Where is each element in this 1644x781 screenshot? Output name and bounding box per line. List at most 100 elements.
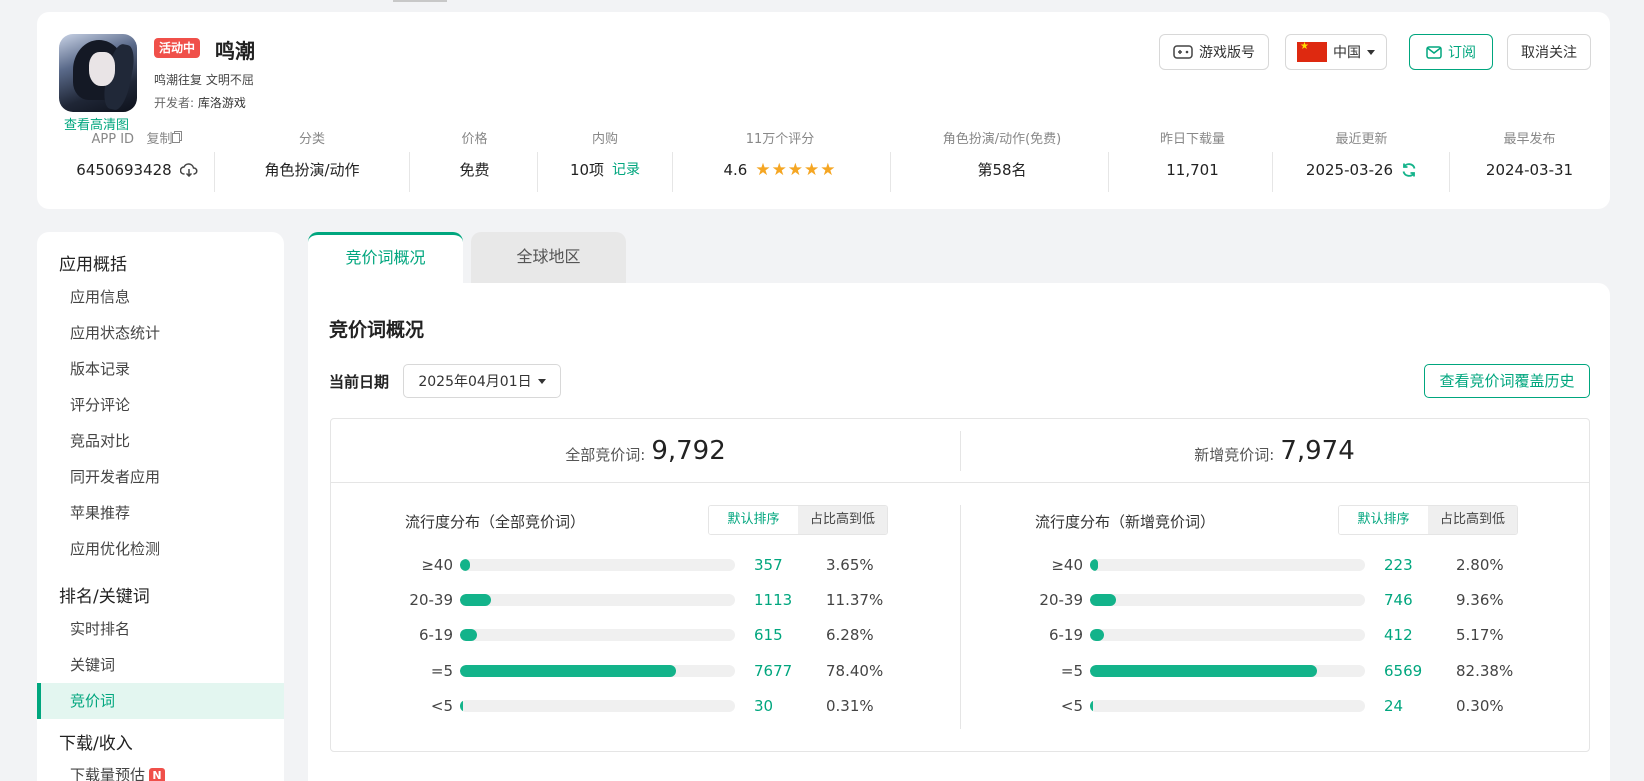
percentage-value: 2.80% xyxy=(1456,556,1504,574)
distribution-row: ≥40 223 2.80% xyxy=(961,555,1590,575)
percentage-value: 0.30% xyxy=(1456,697,1504,715)
sidebar-item-download-estimate[interactable]: 下载量预估 N xyxy=(37,757,284,781)
developer-name[interactable]: 库洛游戏 xyxy=(198,96,246,110)
bid-history-button[interactable]: 查看竞价词覆盖历史 xyxy=(1424,364,1590,398)
sidebar-item-version-history[interactable]: 版本记录 xyxy=(37,351,284,387)
progress-fill xyxy=(460,629,477,641)
progress-fill xyxy=(1090,559,1098,571)
percentage-value: 5.17% xyxy=(1456,626,1504,644)
app-icon[interactable] xyxy=(59,34,137,112)
gamepad-icon xyxy=(1173,45,1193,59)
progress-fill xyxy=(460,665,676,677)
distribution-row: <5 30 0.31% xyxy=(331,696,960,716)
sort-default-button[interactable]: 默认排序 xyxy=(1339,506,1428,534)
keyword-count-link[interactable]: 30 xyxy=(754,696,773,716)
progress-fill xyxy=(1090,594,1116,606)
keyword-count-link[interactable]: 412 xyxy=(1384,625,1413,645)
distribution-row: 6-19 615 6.28% xyxy=(331,625,960,645)
sidebar-section-title: 下载/收入 xyxy=(59,734,133,754)
sidebar-section-title: 应用概括 xyxy=(59,255,127,275)
progress-track xyxy=(1090,700,1365,712)
mail-icon xyxy=(1426,45,1442,59)
distribution-row: ≥40 357 3.65% xyxy=(331,555,960,575)
new-label: 新增竞价词: xyxy=(1194,445,1275,464)
sidebar-item-app-info[interactable]: 应用信息 xyxy=(37,279,284,315)
progress-fill xyxy=(460,594,491,606)
metric-label: 最近更新 xyxy=(1335,132,1388,147)
keyword-count-link[interactable]: 6569 xyxy=(1384,661,1422,681)
keyword-count-link[interactable]: 7677 xyxy=(754,661,792,681)
percentage-value: 3.65% xyxy=(826,556,874,574)
keyword-count-link[interactable]: 1113 xyxy=(754,590,792,610)
iap-record-link[interactable]: 记录 xyxy=(612,160,640,180)
metric-value: 第58名 xyxy=(977,161,1027,179)
percentage-value: 82.38% xyxy=(1456,662,1514,680)
sidebar-item-bid-keywords[interactable]: 竞价词 xyxy=(37,683,284,719)
sidebar-item-status-stats[interactable]: 应用状态统计 xyxy=(37,315,284,351)
sort-ratio-button[interactable]: 占比高到低 xyxy=(1428,506,1517,534)
tab-bid-overview[interactable]: 竞价词概况 xyxy=(308,232,463,284)
sidebar-item-apple-featured[interactable]: 苹果推荐 xyxy=(37,495,284,531)
refresh-icon[interactable] xyxy=(1401,162,1417,178)
distribution-row: <5 24 0.30% xyxy=(961,696,1590,716)
range-label: =5 xyxy=(430,662,453,680)
metric-first-release: 最早发布 2024-03-31 xyxy=(1457,130,1602,194)
metric-label: 角色扮演/动作(免费) xyxy=(942,132,1062,147)
keyword-count-link[interactable]: 746 xyxy=(1384,590,1413,610)
range-label: 20-39 xyxy=(1039,591,1083,609)
sort-default-button[interactable]: 默认排序 xyxy=(709,506,798,534)
metric-last-update: 最近更新 2025-03-26 xyxy=(1279,130,1444,194)
progress-track xyxy=(1090,559,1365,571)
distribution-title: 流行度分布（全部竞价词） xyxy=(405,513,586,531)
subscribe-button[interactable]: 订阅 xyxy=(1409,34,1493,70)
keyword-count-link[interactable]: 223 xyxy=(1384,555,1413,575)
metric-value: 免费 xyxy=(459,161,490,179)
progress-track xyxy=(460,594,735,606)
metric-label: 最早发布 xyxy=(1503,132,1556,147)
total-bid-keywords: 全部竞价词: 9,792 xyxy=(331,419,960,483)
sidebar-item-competitor-compare[interactable]: 竞品对比 xyxy=(37,423,284,459)
keyword-count-link[interactable]: 24 xyxy=(1384,696,1403,716)
metric-price: 价格 免费 xyxy=(417,130,532,194)
sidebar-item-aso-check[interactable]: 应用优化检测 xyxy=(37,531,284,567)
sidebar-item-keywords[interactable]: 关键词 xyxy=(37,647,284,683)
distribution-row: 6-19 412 5.17% xyxy=(961,625,1590,645)
new-badge: N xyxy=(149,767,166,781)
keyword-count-link[interactable]: 357 xyxy=(754,555,783,575)
sidebar-item-realtime-rank[interactable]: 实时排名 xyxy=(37,611,284,647)
metric-label: 内购 xyxy=(591,132,618,147)
date-select[interactable]: 2025年04月01日 xyxy=(403,364,561,398)
rating-stars-icon: ★★★★★ xyxy=(755,160,837,180)
popularity-distribution-new: 流行度分布（新增竞价词） 默认排序 占比高到低 ≥40 223 2.80% 20-39… xyxy=(961,483,1590,753)
sidebar-item-same-developer[interactable]: 同开发者应用 xyxy=(37,459,284,495)
copy-button[interactable]: 复制 xyxy=(146,131,183,147)
progress-track xyxy=(1090,629,1365,641)
sidebar-section-title: 排名/关键词 xyxy=(59,587,150,607)
sort-ratio-button[interactable]: 占比高到低 xyxy=(798,506,887,534)
range-label: ≥40 xyxy=(421,556,453,574)
sidebar-item-ratings-reviews[interactable]: 评分评论 xyxy=(37,387,284,423)
game-version-button[interactable]: 游戏版号 xyxy=(1159,34,1269,70)
app-header-card: 查看高清图 活动中 鸣潮 鸣潮往复 文明不屈 开发者: 库洛游戏 游戏版号 中国… xyxy=(37,12,1610,209)
distribution-row: =5 7677 78.40% xyxy=(331,661,960,681)
range-label: =5 xyxy=(1060,662,1083,680)
progress-fill xyxy=(1090,629,1104,641)
app-name: 鸣潮 xyxy=(215,39,255,63)
page-title: 竞价词概况 xyxy=(329,319,425,341)
sort-toggle: 默认排序 占比高到低 xyxy=(708,505,888,535)
region-select[interactable]: 中国 xyxy=(1285,34,1387,70)
metric-label: 分类 xyxy=(298,132,325,147)
unfollow-button[interactable]: 取消关注 xyxy=(1507,34,1591,70)
keyword-count-link[interactable]: 615 xyxy=(754,625,783,645)
range-label: 20-39 xyxy=(409,591,453,609)
percentage-value: 9.36% xyxy=(1456,591,1504,609)
date-label: 当前日期 xyxy=(329,373,390,391)
progress-track xyxy=(1090,665,1365,677)
tab-global-regions[interactable]: 全球地区 xyxy=(471,232,626,284)
new-value: 7,974 xyxy=(1280,436,1355,466)
china-flag-icon xyxy=(1297,41,1327,62)
metric-label: 11万个评分 xyxy=(745,132,815,147)
copy-icon xyxy=(172,131,183,143)
metric-category-rank: 角色扮演/动作(免费) 第58名 xyxy=(897,130,1107,194)
cloud-download-icon[interactable] xyxy=(179,163,198,177)
